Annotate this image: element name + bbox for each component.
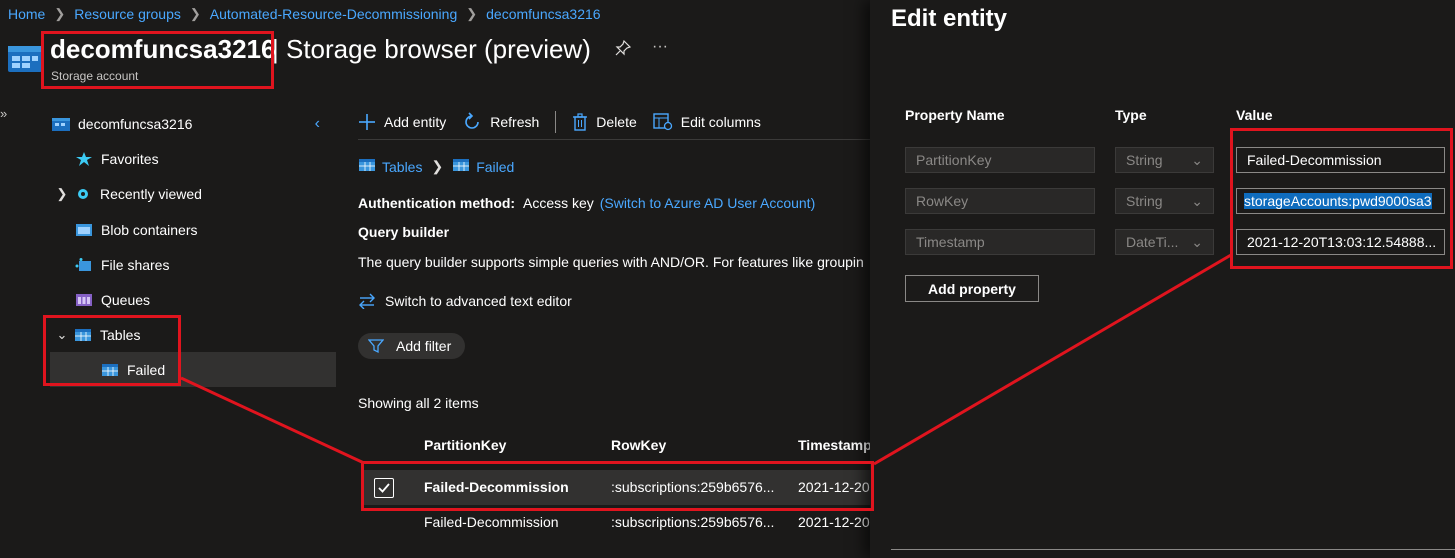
annotation-connectors [180, 253, 1232, 466]
